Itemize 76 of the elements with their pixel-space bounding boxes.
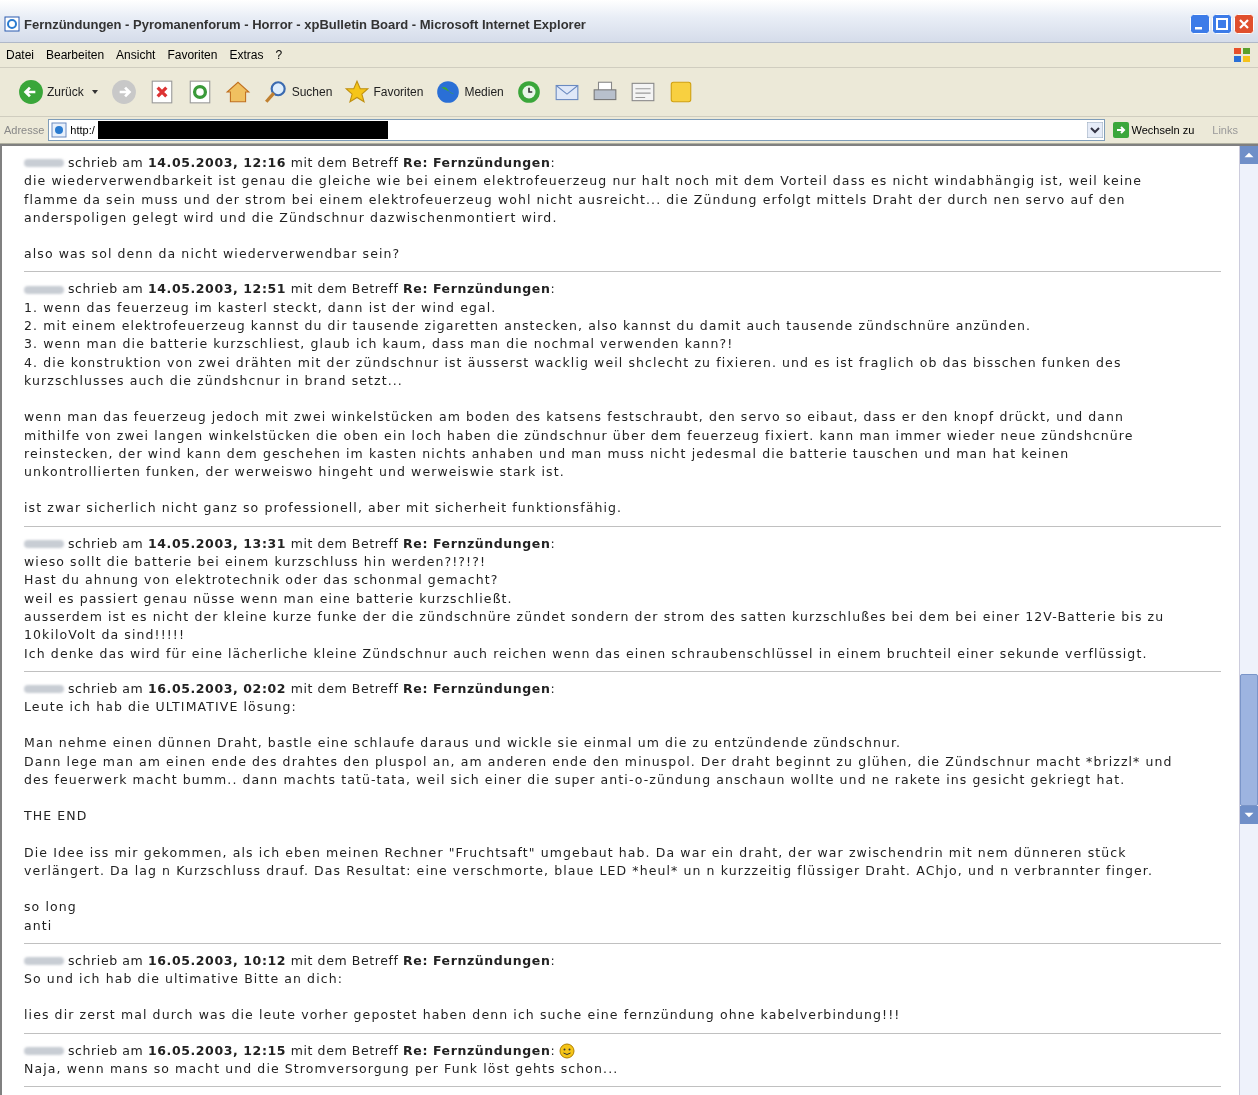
post-text-line: wenn man das feuerzeug jedoch mit zwei winkelstücken am boden des katsens festschraubt, den servo so eibaut, dass er den knopf drückt, und dann <box>24 408 1126 427</box>
caret-icon <box>90 88 99 96</box>
toolbar-button[interactable]: Zurück <box>16 77 101 107</box>
star-icon <box>344 79 371 105</box>
post-text-line: ist zwar sicherlich nicht ganz so professionell, aber mit sicherheit funktionsfähig. <box>24 499 624 518</box>
post-text-line: 10kiloVolt da sind!!!!! <box>24 626 187 645</box>
post-text-line: mithilfe von zwei langen winkelstücken die oben ein loch haben die zündschnur über dem feuerzeug fixiert. kann man immer wieder neue zündshcnüre <box>24 426 1135 445</box>
menu-item[interactable]: Bearbeiten <box>46 48 105 62</box>
post-text-line: Naja, wenn mans so macht und die Stromversorgung per Funk löst gehts schon... <box>24 1060 620 1078</box>
menu-item[interactable]: Datei <box>6 48 34 62</box>
windows-logo-icon <box>1232 45 1252 65</box>
blurred-username <box>24 539 64 548</box>
toolbar-button[interactable]: Suchen <box>260 77 335 107</box>
dropdown-arrow-icon[interactable] <box>1086 122 1103 138</box>
post-text-line: THE END <box>24 807 89 826</box>
post-text-line: reinstecken, der wind kann dem geschehen im kasten nichts anhaben und man muss nicht jedesmal die batterie tauschen und man hat keinen <box>24 444 1071 463</box>
post-text-line: Ich denke das wird für eine lächerliche kleine Zündschnur auch reichen wenn das einen schraubenschlüssel in einem bruchteil einer sekunde verflüssigt. <box>24 644 1149 663</box>
post-text-line: 4. die konstruktion von zwei drähten mit der zündschnur ist äusserst wacklig weil shclecht zu fixieren. und es ist fraglich ob das bisschen funken des <box>24 353 1123 372</box>
post-text-line: Man nehme einen dünnen Draht, bastle eine schlaufe daraus und wickle sie einmal um die zu entzündende zündschnur. <box>24 734 903 753</box>
post-text-line: anderspoligen gelegt wird und die Zündschnur dazwischenmontiert wird. <box>24 208 559 227</box>
post-text-line: so long <box>24 898 78 917</box>
post-text-line: 3. wenn man die batterie kurzschliest, glaub ich kaum, dass man die nochmal verwenden kann?! <box>24 335 735 354</box>
post-text-line: anti <box>24 916 54 935</box>
post-text-line: verlängert. Da lag n Kurzschluss drauf. Das Resultat: eine verschmorte, blaue LED *heul* un n kurzzeitig flüssiger Draht. AChjo, und n verbrannter finger. <box>24 861 1155 880</box>
post-text-line: Hast du ahnung von elektrotechnik oder das schonmal gemacht? <box>24 571 500 590</box>
browser-icon <box>4 16 20 32</box>
toolbar-button[interactable]: Favoriten <box>342 77 426 107</box>
post-header: schrieb am 16.05.2003, 12:15 mit dem Betreff Re: Fernzündungen: <box>68 1041 556 1060</box>
menu-item[interactable]: ? <box>275 48 283 62</box>
post-header: schrieb am 16.05.2003, 02:02 mit dem Betreff Re: Fernzündungen: <box>68 679 556 698</box>
blurred-username <box>24 684 64 693</box>
scroll-up-icon[interactable] <box>1240 146 1258 164</box>
scroll-thumb[interactable] <box>1240 674 1258 806</box>
post-text-line: die wiederverwendbarkeit ist genau die gleiche wie bei einem elektrofeuerzeug nur halt noch mit dem Vorteil dass es nicht windabhängig ist, weil keine <box>24 172 1144 191</box>
post-text-line: 2. mit einem elektrofeuerzeug kannst du dir tausende zigaretten anstecken, also kannst du damit auch tausende zündschnüre anzünden. <box>24 317 1033 336</box>
post-text-line: Leute ich hab die ULTIMATIVE lösung: <box>24 698 298 717</box>
go-button[interactable]: Wechseln zu <box>1108 122 1203 138</box>
post-text-line: Dann lege man am einen ende des drahtes den pluspol an, am anderen ende den minuspol. Der draht beginnt zu glühen, die Zündschnur macht *brizzl* und <box>24 752 1174 771</box>
post-text-line: des feuerwerk macht bumm.. dann machts tatü-tata, weil sich einer die super anti-o-zündung anschaun wollte und ne rakete ins gesicht gekriegt hat. <box>24 771 1127 789</box>
blurred-username <box>24 956 64 965</box>
post-text-line: flamme da sein muss und der strom bei einem elektrofeuerzeug wohl nicht ausreicht... die Zündung erfolgt mittels Draht der durch nen servo auf den <box>24 190 1127 209</box>
post-text-line: also was sol denn da nicht wiederverwendbar sein? <box>24 245 402 264</box>
menu-item[interactable]: Extras <box>229 48 264 62</box>
post-header: schrieb am 14.05.2003, 13:31 mit dem Betreff Re: Fernzündungen: <box>68 534 556 553</box>
house-icon <box>224 79 251 105</box>
smiley-icon <box>559 1042 576 1059</box>
post-text-line: Die Idee iss mir gekommen, als ich eben meinen Rechner "Fruchtsaft" umgebaut hab. Da war ein draht, der war zwischendrin mit nem dünneren stück <box>24 843 1128 862</box>
scroll-down-icon[interactable] <box>1240 806 1258 824</box>
address-field[interactable]: http:/ <box>48 119 1105 141</box>
post-text-line: ausserdem ist es nicht der kleine kurze funke der die zündschnüre zündet sondern der strom des satten kurzschlußes bei dem bei einer 12V-Batterie bis zu <box>24 607 1166 626</box>
menu-item[interactable]: Ansicht <box>116 48 156 62</box>
post-header: schrieb am 16.05.2003, 10:12 mit dem Betreff Re: Fernzündungen: <box>68 951 556 970</box>
clock-icon <box>515 79 542 105</box>
search-icon <box>262 79 289 105</box>
post-text-line: kurzschlusses auch die zündshcnur in brand setzt... <box>24 371 404 390</box>
post-header: schrieb am 14.05.2003, 12:51 mit dem Betreff Re: Fernzündungen: <box>68 280 556 299</box>
blurred-username <box>24 285 64 294</box>
post-text-line: lies dir zerst mal durch was die leute vorher gepostet haben denn ich suche eine fernzündung ohne kabelverbindung!!! <box>24 1006 902 1025</box>
post-text-line: unkontrollierten funken, der werweiswo hingeht und werweiswie stark ist. <box>24 463 566 482</box>
post-text-line: weil es passiert genau nüsse wenn man eine batterie kurzschließt. <box>24 589 514 608</box>
blurred-username <box>24 159 64 168</box>
post-text-line: So und ich hab die ultimative Bitte an dich: <box>24 970 345 989</box>
close-button[interactable] <box>1234 14 1254 34</box>
post-text-line: 1. wenn das feuerzeug im kasterl steckt, dann ist der wind egal. <box>24 298 498 317</box>
blurred-username <box>24 1046 64 1055</box>
post-text-line: wieso sollt die batterie bei einem kurzschluss hin werden?!?!?! <box>24 553 488 572</box>
address-label: Adresse <box>4 124 45 136</box>
window-title: Fernzündungen - Pyromanenforum - Horror - xpBulletin Board - Microsoft Internet Explorer <box>24 16 587 32</box>
toolbar-button[interactable]: Medien <box>433 77 506 107</box>
globe-icon <box>435 79 462 105</box>
menu-item[interactable]: Favoriten <box>167 48 218 62</box>
minimize-button[interactable] <box>1190 14 1210 34</box>
vertical-scrollbar[interactable] <box>1239 146 1258 1095</box>
post-header: schrieb am 14.05.2003, 12:16 mit dem Betreff Re: Fernzündungen: <box>68 154 556 172</box>
maximize-button[interactable] <box>1212 14 1232 34</box>
page-icon <box>51 122 68 138</box>
